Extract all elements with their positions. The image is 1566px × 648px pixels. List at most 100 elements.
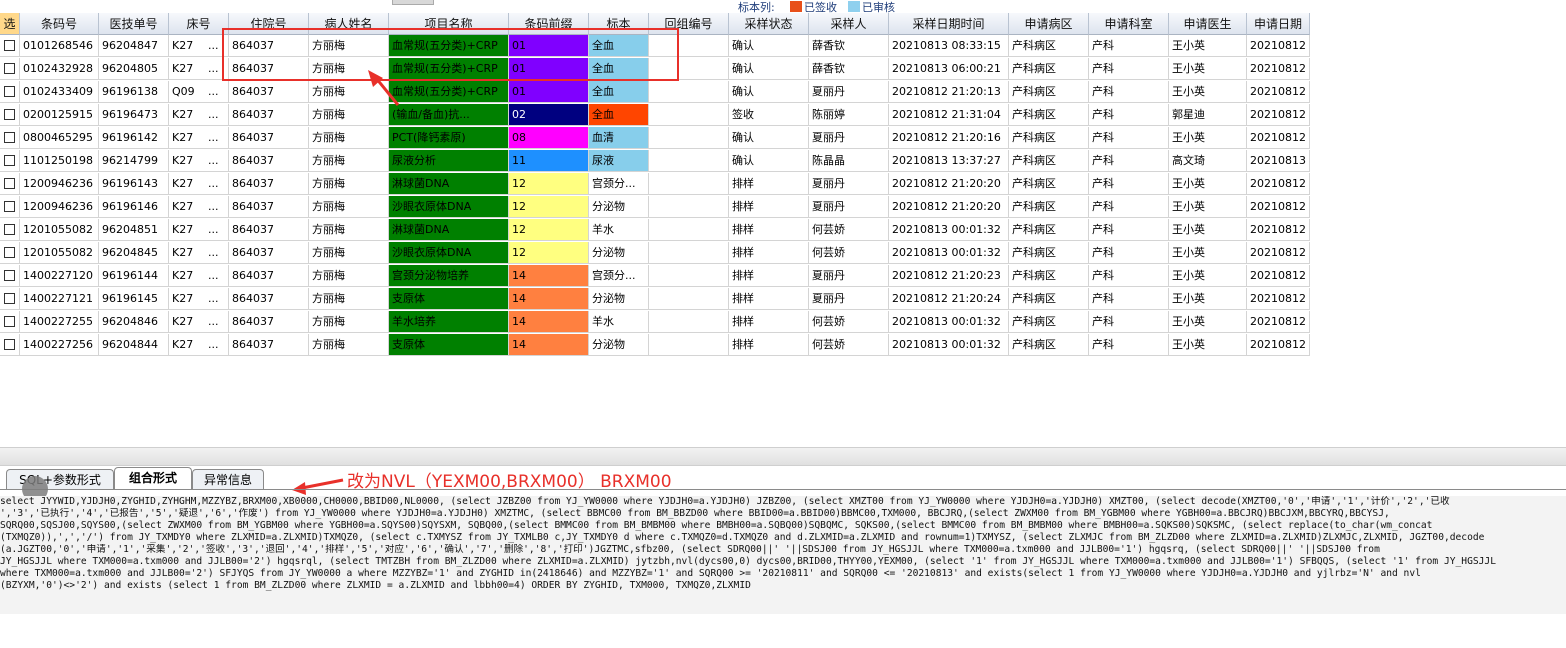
col-prefix-cell: 14 [509,311,589,333]
col-datetime-cell: 20210812 21:20:23 [889,265,1009,287]
col-item-cell: 血常规(五分类)+CRP [389,81,509,103]
bed-ellipsis: ... [208,177,219,190]
col-collector-cell: 夏丽丹 [809,196,889,218]
table-row[interactable]: 1101250198 96214799 K27 864037 方丽梅 尿液分析 11 尿液 确认… [0,150,1310,173]
col-select-cell[interactable] [0,150,20,172]
col-select-cell[interactable] [0,104,20,126]
col-dept-cell: 产科 [1089,334,1169,356]
col-datetime-cell: 20210813 00:01:32 [889,219,1009,241]
table-row[interactable]: 1201055082 96204845 K27 864037 方丽梅 沙眼衣原体DNA 12… [0,242,1310,265]
col-bed-cell: K27 [169,173,229,195]
col-select-cell[interactable] [0,173,20,195]
col-collector-cell: 夏丽丹 [809,173,889,195]
col-apply-date-cell: 20210812 2 [1247,104,1310,126]
col-select-cell[interactable] [0,219,20,241]
header-col-select[interactable]: 选 [0,13,20,35]
horizontal-scrollbar[interactable] [0,447,1566,466]
col-group-cell [649,288,729,310]
table-row[interactable]: 1400227255 96204846 K27 864037 方丽梅 羊水培养 14 羊水 排样… [0,311,1310,334]
col-group-cell [649,196,729,218]
header-col-datetime[interactable]: 采样日期时间 [889,13,1009,35]
row-checkbox[interactable] [4,316,15,327]
col-select-cell[interactable] [0,58,20,80]
col-select-cell[interactable] [0,288,20,310]
row-checkbox[interactable] [4,339,15,350]
header-col-apply-date[interactable]: 申请日期 [1247,13,1310,35]
row-checkbox[interactable] [4,247,15,258]
bed-ellipsis: ... [208,269,219,282]
table-row[interactable]: 0102433409 96196138 Q09 864037 方丽梅 血常规(五分类)+C… [0,81,1310,104]
table-row[interactable]: 1400227256 96204844 K27 864037 方丽梅 支原体 14 分泌物 排样… [0,334,1310,356]
col-select-cell[interactable] [0,127,20,149]
row-checkbox[interactable] [4,293,15,304]
col-select-cell[interactable] [0,265,20,287]
col-collector-cell: 夏丽丹 [809,288,889,310]
col-item-cell: 羊水培养 [389,311,509,333]
row-checkbox[interactable] [4,178,15,189]
col-doctor-cell: 王小英 [1169,173,1247,195]
bed-ellipsis: ... [208,154,219,167]
col-bed-cell: K27 [169,334,229,356]
col-specimen-cell: 全血 [589,81,649,103]
row-checkbox[interactable] [4,224,15,235]
col-inpatient-cell: 864037 [229,173,309,195]
row-checkbox[interactable] [4,63,15,74]
header-col-bed[interactable]: 床号 [169,13,229,35]
tab-combined[interactable]: 组合形式 [114,467,192,490]
col-ward-cell: 产科病区 [1009,127,1089,149]
col-collector-cell: 陈丽婷 [809,104,889,126]
table-row[interactable]: 0200125915 96196473 K27 864037 方丽梅 (输血/备血)抗..… [0,104,1310,127]
tab-errors[interactable]: 异常信息 [192,469,264,489]
table-row[interactable]: 1400227121 96196145 K27 864037 方丽梅 支原体 14 分泌物 排样… [0,288,1310,311]
table-row[interactable]: 1400227120 96196144 K27 864037 方丽梅 宫颈分泌物培养 14 宫… [0,265,1310,288]
header-col-ward[interactable]: 申请病区 [1009,13,1089,35]
col-apply-date-cell: 20210813 0 [1247,150,1310,172]
col-status-cell: 签收 [729,104,809,126]
col-group-cell [649,173,729,195]
sql-text-area[interactable]: select JYYWID,YJDJH0,ZYGHID,ZYHGHM,MZZYB… [0,496,1566,614]
col-status-cell: 排样 [729,173,809,195]
col-select-cell[interactable] [0,311,20,333]
col-barcode-cell: 1400227121 [20,288,99,310]
col-bed-cell: K27 [169,311,229,333]
col-group-cell [649,334,729,356]
col-select-cell[interactable] [0,196,20,218]
col-select-cell[interactable] [0,242,20,264]
row-checkbox[interactable] [4,132,15,143]
col-status-cell: 确认 [729,127,809,149]
table-row[interactable]: 1200946236 96196146 K27 864037 方丽梅 沙眼衣原体DNA 12… [0,196,1310,219]
row-checkbox[interactable] [4,155,15,166]
header-col-barcode[interactable]: 条码号 [20,13,99,35]
header-col-collector[interactable]: 采样人 [809,13,889,35]
col-doctor-cell: 王小英 [1169,127,1247,149]
row-checkbox[interactable] [4,40,15,51]
col-status-cell: 排样 [729,219,809,241]
col-apply-date-cell: 20210812 2 [1247,288,1310,310]
table-row[interactable]: 1200946236 96196143 K27 864037 方丽梅 淋球菌DNA 12 宫颈… [0,173,1310,196]
table-row[interactable]: 1201055082 96204851 K27 864037 方丽梅 淋球菌DNA 12 羊水… [0,219,1310,242]
row-checkbox[interactable] [4,86,15,97]
col-bed-cell: K27 [169,288,229,310]
row-checkbox[interactable] [4,270,15,281]
col-name-cell: 方丽梅 [309,242,389,264]
row-checkbox[interactable] [4,201,15,212]
col-select-cell[interactable] [0,334,20,356]
col-collector-cell: 夏丽丹 [809,265,889,287]
col-dept-cell: 产科 [1089,104,1169,126]
col-ward-cell: 产科病区 [1009,219,1089,241]
header-col-dept[interactable]: 申请科室 [1089,13,1169,35]
table-row[interactable]: 0800465295 96196142 K27 864037 方丽梅 PCT(降钙素原) 0… [0,127,1310,150]
col-dept-cell: 产科 [1089,242,1169,264]
header-col-order[interactable]: 医技单号 [99,13,169,35]
col-select-cell[interactable] [0,35,20,57]
col-datetime-cell: 20210812 21:20:20 [889,196,1009,218]
col-group-cell [649,311,729,333]
header-col-doctor[interactable]: 申请医生 [1169,13,1247,35]
col-select-cell[interactable] [0,81,20,103]
col-order-cell: 96196146 [99,196,169,218]
col-datetime-cell: 20210813 00:01:32 [889,311,1009,333]
header-col-status[interactable]: 采样状态 [729,13,809,35]
col-collector-cell: 薛香钦 [809,58,889,80]
row-checkbox[interactable] [4,109,15,120]
col-status-cell: 排样 [729,242,809,264]
